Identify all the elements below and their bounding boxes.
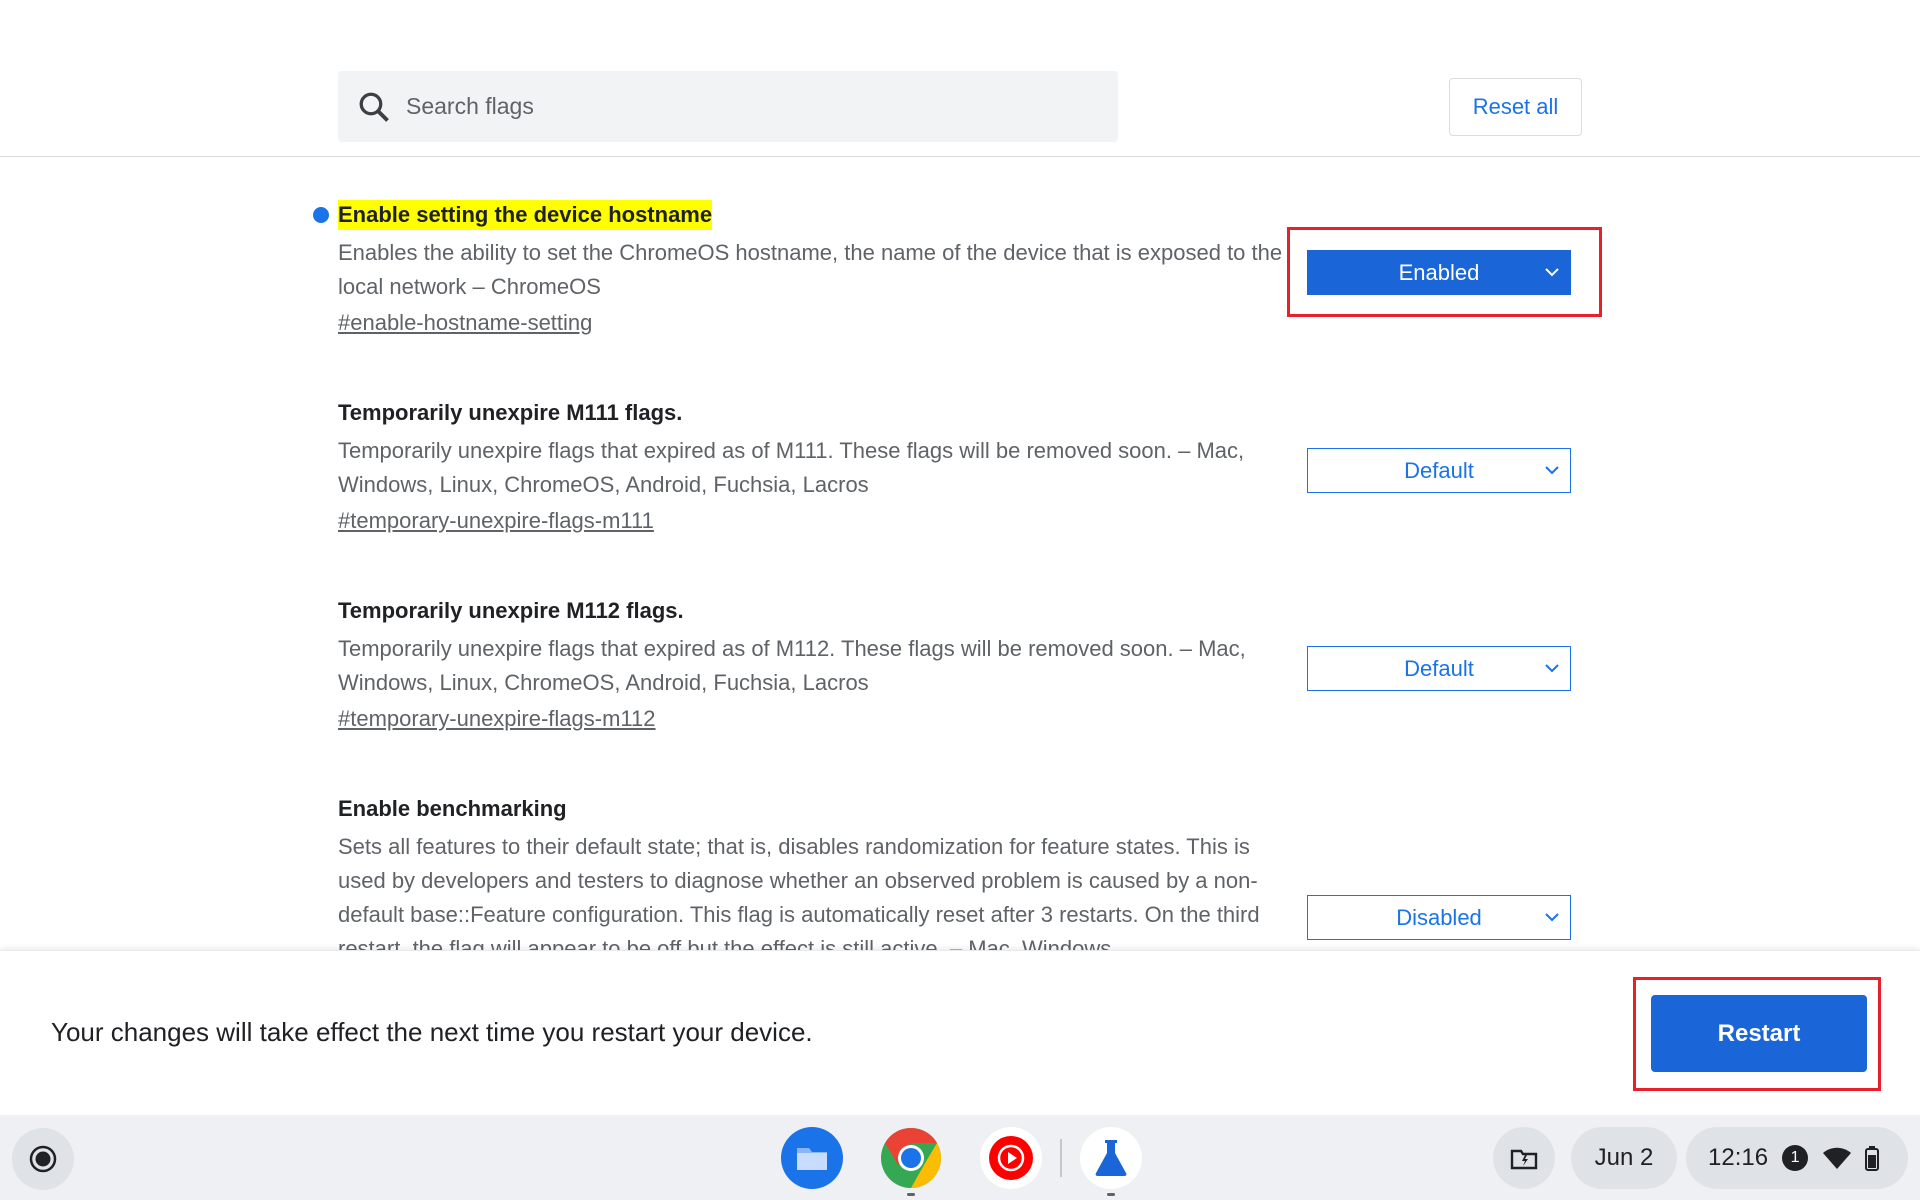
flag-title: Enable benchmarking [338, 796, 567, 821]
holding-space-button[interactable] [1493, 1127, 1555, 1189]
flag-title: Temporarily unexpire M111 flags. [338, 400, 683, 425]
system-tray[interactable]: 12:16 1 [1686, 1127, 1908, 1189]
flag-state-select[interactable]: Disabled [1307, 895, 1571, 940]
select-value: Disabled [1396, 904, 1482, 930]
flag-description: Temporarily unexpire flags that expired … [338, 636, 1246, 695]
reset-all-button[interactable]: Reset all [1449, 78, 1582, 136]
flag-link[interactable]: #temporary-unexpire-flags-m111 [338, 508, 654, 534]
flag-description: Temporarily unexpire flags that expired … [338, 438, 1245, 497]
restart-bar: Your changes will take effect the next t… [0, 950, 1920, 1116]
flag-state-select[interactable]: Enabled [1307, 250, 1571, 295]
search-box[interactable] [338, 71, 1118, 142]
chevron-down-icon [1545, 913, 1559, 922]
flag-state-select[interactable]: Default [1307, 448, 1571, 493]
flag-link[interactable]: #temporary-unexpire-flags-m112 [338, 706, 656, 732]
search-input[interactable] [404, 92, 1088, 121]
chrome-icon [881, 1128, 942, 1188]
notification-badge: 1 [1782, 1145, 1809, 1171]
flags-app[interactable] [1080, 1127, 1142, 1189]
date-label: Jun 2 [1594, 1144, 1654, 1171]
flag-description: Sets all features to their default state… [338, 834, 1260, 961]
files-icon [797, 1148, 827, 1170]
search-icon [359, 92, 389, 122]
launcher-icon [29, 1145, 57, 1173]
select-value: Default [1404, 655, 1474, 681]
chevron-down-icon [1545, 664, 1559, 673]
youtube-music-icon [989, 1136, 1033, 1180]
flag-item-m112: Temporarily unexpire M112 flags. Tempora… [338, 596, 1288, 732]
chrome-app[interactable] [880, 1127, 942, 1189]
restart-message: Your changes will take effect the next t… [51, 1017, 813, 1047]
running-indicator [1107, 1193, 1115, 1196]
flag-item-benchmarking: Enable benchmarking Sets all features to… [338, 794, 1288, 966]
holding-space-icon [1510, 1149, 1538, 1170]
flag-title: Temporarily unexpire M112 flags. [338, 598, 684, 623]
shelf-divider [1060, 1139, 1062, 1177]
flag-state-select[interactable]: Default [1307, 646, 1571, 691]
flags-lab-icon [1095, 1140, 1127, 1176]
restart-button[interactable]: Restart [1651, 995, 1867, 1072]
chevron-down-icon [1545, 466, 1559, 475]
select-value: Enabled [1398, 259, 1480, 285]
flag-description: Enables the ability to set the ChromeOS … [338, 240, 1283, 299]
wifi-icon [1823, 1147, 1852, 1169]
running-indicator [907, 1193, 915, 1196]
chevron-down-icon [1545, 268, 1559, 277]
launcher-button[interactable] [12, 1128, 74, 1190]
battery-icon [1865, 1146, 1880, 1171]
flag-item-hostname: Enable setting the device hostname Enabl… [338, 200, 1288, 336]
flag-item-m111: Temporarily unexpire M111 flags. Tempora… [338, 398, 1288, 534]
time-label: 12:16 [1708, 1144, 1769, 1171]
date-tray[interactable]: Jun 2 [1571, 1127, 1677, 1189]
modified-indicator-dot [313, 207, 329, 223]
flags-header: Reset all [0, 0, 1920, 157]
flag-title: Enable setting the device hostname [338, 200, 713, 230]
select-value: Default [1404, 457, 1474, 483]
files-app[interactable] [781, 1127, 843, 1189]
shelf: Jun 2 12:16 1 [0, 1115, 1920, 1200]
youtube-music-app[interactable] [980, 1127, 1042, 1189]
flag-link[interactable]: #enable-hostname-setting [338, 310, 592, 336]
